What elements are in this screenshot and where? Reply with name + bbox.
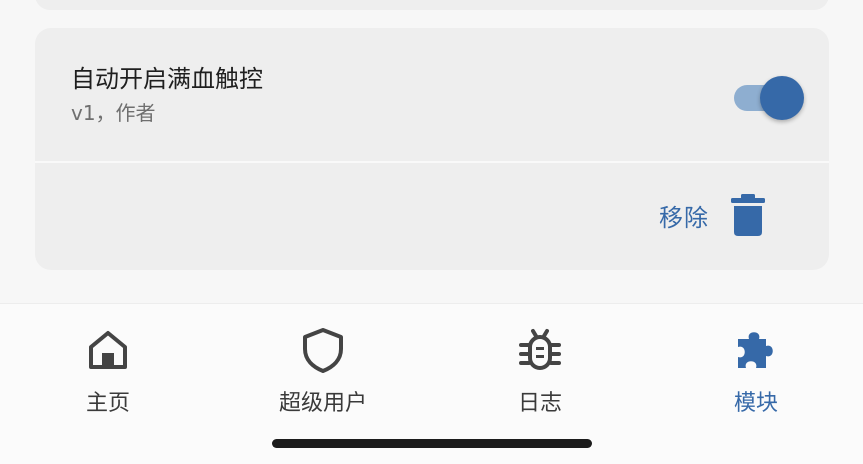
remove-label: 移除 [659,203,709,232]
nav-item-logs[interactable]: 日志 [460,322,620,422]
card-divider [35,161,829,163]
nav-label-modules: 模块 [733,391,778,416]
nav-label-home: 主页 [85,391,130,416]
puzzle-icon [732,326,780,374]
trash-icon [731,194,765,236]
home-icon [84,326,132,374]
nav-label-superuser: 超级用户 [278,391,367,416]
bug-icon [516,326,564,374]
module-title: 自动开启满血触控 [71,65,263,93]
nav-item-superuser[interactable]: 超级用户 [243,322,403,422]
nav-item-modules[interactable]: 模块 [676,322,836,422]
shield-icon [299,326,347,374]
module-version-author: v1，作者 [71,101,156,125]
remove-module-button[interactable]: 移除 [659,190,765,240]
previous-module-card [35,0,829,10]
home-indicator-bar[interactable] [272,439,592,448]
module-enable-toggle[interactable] [734,76,806,120]
module-card: 自动开启满血触控 v1，作者 移除 [35,28,829,270]
nav-label-logs: 日志 [517,391,562,416]
toggle-thumb [760,76,804,120]
nav-item-home[interactable]: 主页 [28,322,188,422]
